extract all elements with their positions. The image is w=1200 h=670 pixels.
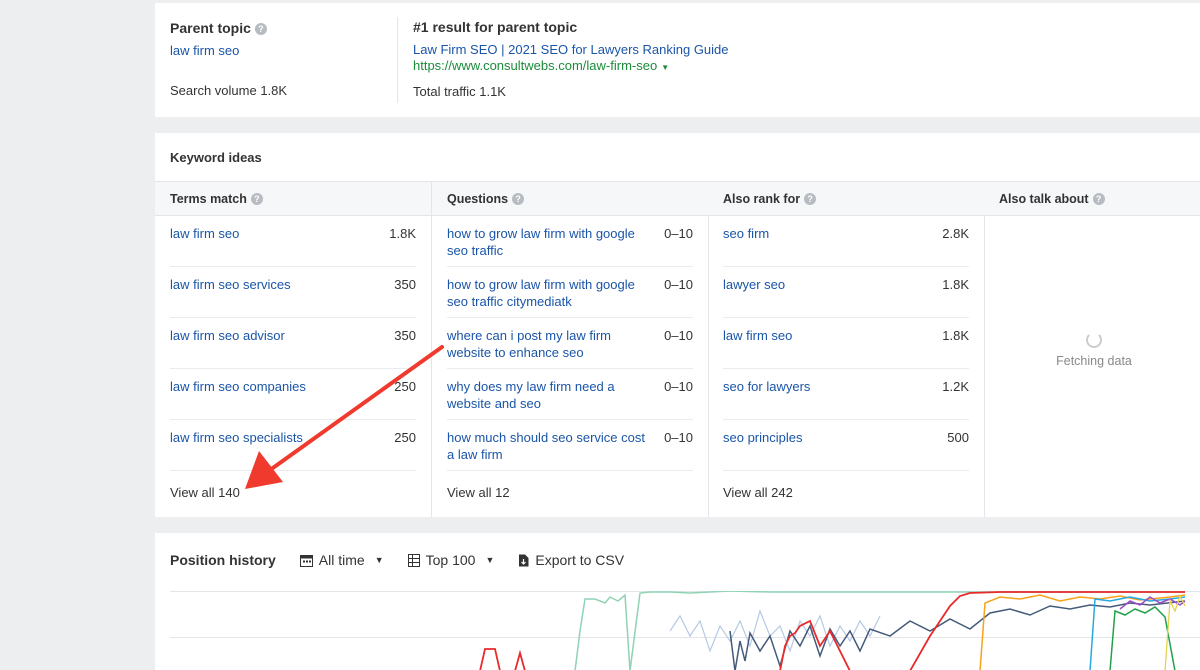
series-line xyxy=(669,609,881,653)
parent-topic-keyword-link[interactable]: law firm seo xyxy=(170,43,239,58)
annotation-arrow xyxy=(245,345,444,489)
position-history-toolbar: Position history All time ▼ Top 100 ▼ Expo… xyxy=(170,552,624,568)
top-result-link[interactable]: Law Firm SEO | 2021 SEO for Lawyers Rank… xyxy=(413,42,729,57)
top-result-url[interactable]: https://www.consultwebs.com/law-firm-seo xyxy=(413,58,657,73)
position-history-card: Position history All time ▼ Top 100 ▼ Expo… xyxy=(155,533,1200,670)
caret-down-icon: ▼ xyxy=(485,555,495,565)
time-filter-value: All time xyxy=(318,552,365,568)
position-history-chart xyxy=(170,591,1200,670)
export-icon xyxy=(519,554,529,566)
top-result-block: #1 result for parent topic Law Firm SEO … xyxy=(413,19,729,99)
total-traffic: Total traffic 1.1K xyxy=(413,84,506,99)
top-result-title: #1 result for parent topic xyxy=(413,19,578,35)
position-history-title: Position history xyxy=(170,552,276,568)
parent-topic-card: Parent topic? law firm seo Search volume… xyxy=(155,3,1200,117)
divider xyxy=(397,17,398,103)
table-icon xyxy=(407,553,420,567)
series-line xyxy=(1089,596,1186,670)
time-filter-dropdown[interactable]: All time ▼ xyxy=(299,552,384,568)
caret-down-icon: ▼ xyxy=(374,555,384,565)
top-filter-value: Top 100 xyxy=(425,552,476,568)
series-line xyxy=(1164,594,1186,670)
export-csv-label: Export to CSV xyxy=(535,552,625,568)
parent-topic-block: Parent topic? law firm seo Search volume… xyxy=(170,20,287,98)
help-icon[interactable]: ? xyxy=(254,23,267,35)
left-sidebar-strip xyxy=(0,0,155,670)
url-dropdown-caret-icon[interactable]: ▼ xyxy=(661,63,669,72)
parent-search-volume: Search volume 1.8K xyxy=(170,83,288,98)
export-csv-button[interactable]: Export to CSV xyxy=(518,552,624,568)
top-filter-dropdown[interactable]: Top 100 ▼ xyxy=(407,552,495,568)
calendar-icon xyxy=(299,554,313,567)
keyword-ideas-card: Keyword ideas Terms match? law firm seo 1… xyxy=(155,133,1200,517)
parent-topic-title: Parent topic xyxy=(170,20,251,36)
series-line xyxy=(479,591,1185,670)
